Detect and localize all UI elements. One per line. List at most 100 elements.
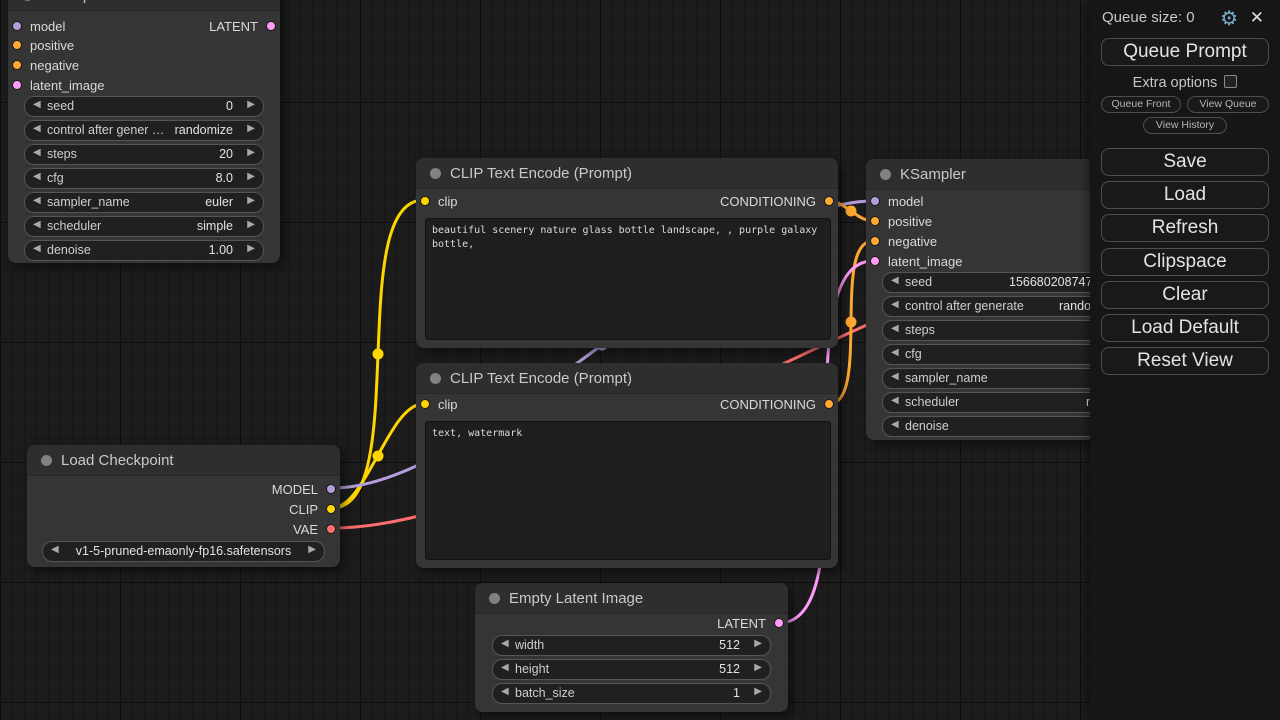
output-slot-conditioning[interactable] [823, 195, 835, 207]
increment-arrow-icon[interactable]: ▶ [754, 686, 762, 697]
decrement-arrow-icon[interactable]: ◀ [33, 171, 41, 182]
decrement-arrow-icon[interactable]: ◀ [33, 99, 41, 110]
output-slot-latent[interactable] [773, 617, 785, 629]
node-title-bar[interactable]: KSampler [8, 0, 280, 11]
node-graph-canvas[interactable]: KSampler model LATENT positive negative … [0, 0, 1280, 720]
decrement-arrow-icon[interactable]: ◀ [891, 299, 899, 310]
decrement-arrow-icon[interactable]: ◀ [891, 275, 899, 286]
widget-denoise[interactable]: ◀ denoise 1.00 ▶ [24, 240, 264, 261]
save-button[interactable]: Save [1101, 148, 1269, 176]
input-slot-latent-image[interactable] [11, 79, 23, 91]
increment-arrow-icon[interactable]: ▶ [308, 544, 316, 555]
view-history-button[interactable]: View History [1143, 117, 1227, 134]
load-default-button[interactable]: Load Default [1101, 314, 1269, 342]
increment-arrow-icon[interactable]: ▶ [247, 195, 255, 206]
decrement-arrow-icon[interactable]: ◀ [33, 219, 41, 230]
widget-sampler-name[interactable]: ◀ sampler_name euler ▶ [24, 192, 264, 213]
input-slot-clip[interactable] [419, 398, 431, 410]
widget-height[interactable]: ◀ height 512 ▶ [492, 659, 771, 680]
input-slot-model[interactable] [869, 195, 881, 207]
queue-prompt-button[interactable]: Queue Prompt [1101, 38, 1269, 66]
refresh-button[interactable]: Refresh [1101, 214, 1269, 242]
collapse-dot-icon[interactable] [430, 168, 441, 179]
increment-arrow-icon[interactable]: ▶ [247, 243, 255, 254]
node-title-bar[interactable]: Empty Latent Image [475, 583, 788, 614]
decrement-arrow-icon[interactable]: ◀ [891, 419, 899, 430]
input-slot-latent-image[interactable] [869, 255, 881, 267]
collapse-dot-icon[interactable] [41, 455, 52, 466]
node-title-bar[interactable]: Load Checkpoint [27, 445, 340, 476]
node-ksampler-top[interactable]: KSampler model LATENT positive negative … [8, 0, 280, 263]
close-icon[interactable]: ✕ [1250, 8, 1264, 28]
view-queue-button[interactable]: View Queue [1187, 96, 1269, 113]
widget-label: width [515, 638, 544, 652]
increment-arrow-icon[interactable]: ▶ [754, 638, 762, 649]
decrement-arrow-icon[interactable]: ◀ [501, 686, 509, 697]
widget-control-after-generate[interactable]: ◀ control after gener … randomize ▶ [24, 120, 264, 141]
input-slot-negative[interactable] [11, 59, 23, 71]
output-slot-model[interactable] [325, 483, 337, 495]
decrement-arrow-icon[interactable]: ◀ [501, 638, 509, 649]
decrement-arrow-icon[interactable]: ◀ [891, 395, 899, 406]
node-clip-text-encode-negative[interactable]: CLIP Text Encode (Prompt) clip CONDITION… [416, 363, 838, 568]
collapse-dot-icon[interactable] [430, 373, 441, 384]
node-title-bar[interactable]: CLIP Text Encode (Prompt) [416, 158, 838, 189]
prompt-textarea[interactable]: text, watermark [425, 421, 831, 560]
input-label: latent_image [888, 254, 962, 269]
input-slot-clip[interactable] [419, 195, 431, 207]
decrement-arrow-icon[interactable]: ◀ [51, 544, 59, 555]
widget-value: 1 [733, 686, 740, 700]
decrement-arrow-icon[interactable]: ◀ [33, 147, 41, 158]
decrement-arrow-icon[interactable]: ◀ [33, 195, 41, 206]
input-label: model [888, 194, 923, 209]
link-midpoint-dot [373, 349, 384, 360]
input-slot-positive[interactable] [11, 39, 23, 51]
input-label: positive [888, 214, 932, 229]
collapse-dot-icon[interactable] [489, 593, 500, 604]
increment-arrow-icon[interactable]: ▶ [247, 147, 255, 158]
widget-steps[interactable]: ◀ steps 20 ▶ [24, 144, 264, 165]
widget-scheduler[interactable]: ◀ scheduler simple ▶ [24, 216, 264, 237]
widget-value: 1.00 [209, 243, 233, 257]
output-slot-clip[interactable] [325, 503, 337, 515]
node-empty-latent-image[interactable]: Empty Latent Image LATENT ◀ width 512 ▶ … [475, 583, 788, 712]
increment-arrow-icon[interactable]: ▶ [247, 171, 255, 182]
prompt-textarea[interactable]: beautiful scenery nature glass bottle la… [425, 218, 831, 340]
widget-width[interactable]: ◀ width 512 ▶ [492, 635, 771, 656]
extra-options-checkbox[interactable] [1224, 75, 1237, 88]
collapse-dot-icon[interactable] [880, 169, 891, 180]
output-slot-vae[interactable] [325, 523, 337, 535]
output-slot-latent[interactable] [265, 20, 277, 32]
queue-front-button[interactable]: Queue Front [1101, 96, 1181, 113]
widget-batch-size[interactable]: ◀ batch_size 1 ▶ [492, 683, 771, 704]
decrement-arrow-icon[interactable]: ◀ [891, 347, 899, 358]
clipspace-button[interactable]: Clipspace [1101, 248, 1269, 276]
node-load-checkpoint[interactable]: Load Checkpoint MODEL CLIP VAE ◀ v1-5-pr… [27, 445, 340, 567]
input-slot-negative[interactable] [869, 235, 881, 247]
increment-arrow-icon[interactable]: ▶ [247, 219, 255, 230]
input-slot-model[interactable] [11, 20, 23, 32]
settings-gear-icon[interactable]: ⚙ [1220, 6, 1238, 31]
widget-value: v1-5-pruned-emaonly-fp16.safetensors [69, 544, 298, 558]
widget-label: steps [47, 147, 77, 161]
reset-view-button[interactable]: Reset View [1101, 347, 1269, 375]
node-title-bar[interactable]: CLIP Text Encode (Prompt) [416, 363, 838, 394]
widget-ckpt-name[interactable]: ◀ v1-5-pruned-emaonly-fp16.safetensors ▶ [42, 541, 325, 562]
increment-arrow-icon[interactable]: ▶ [247, 99, 255, 110]
clear-button[interactable]: Clear [1101, 281, 1269, 309]
output-slot-conditioning[interactable] [823, 398, 835, 410]
load-button[interactable]: Load [1101, 181, 1269, 209]
widget-seed[interactable]: ◀ seed 0 ▶ [24, 96, 264, 117]
decrement-arrow-icon[interactable]: ◀ [891, 323, 899, 334]
decrement-arrow-icon[interactable]: ◀ [501, 662, 509, 673]
increment-arrow-icon[interactable]: ▶ [247, 123, 255, 134]
widget-cfg[interactable]: ◀ cfg 8.0 ▶ [24, 168, 264, 189]
decrement-arrow-icon[interactable]: ◀ [33, 243, 41, 254]
decrement-arrow-icon[interactable]: ◀ [891, 371, 899, 382]
decrement-arrow-icon[interactable]: ◀ [33, 123, 41, 134]
collapse-dot-icon[interactable] [22, 0, 33, 1]
widget-value: 512 [719, 638, 740, 652]
node-clip-text-encode-positive[interactable]: CLIP Text Encode (Prompt) clip CONDITION… [416, 158, 838, 348]
increment-arrow-icon[interactable]: ▶ [754, 662, 762, 673]
input-slot-positive[interactable] [869, 215, 881, 227]
